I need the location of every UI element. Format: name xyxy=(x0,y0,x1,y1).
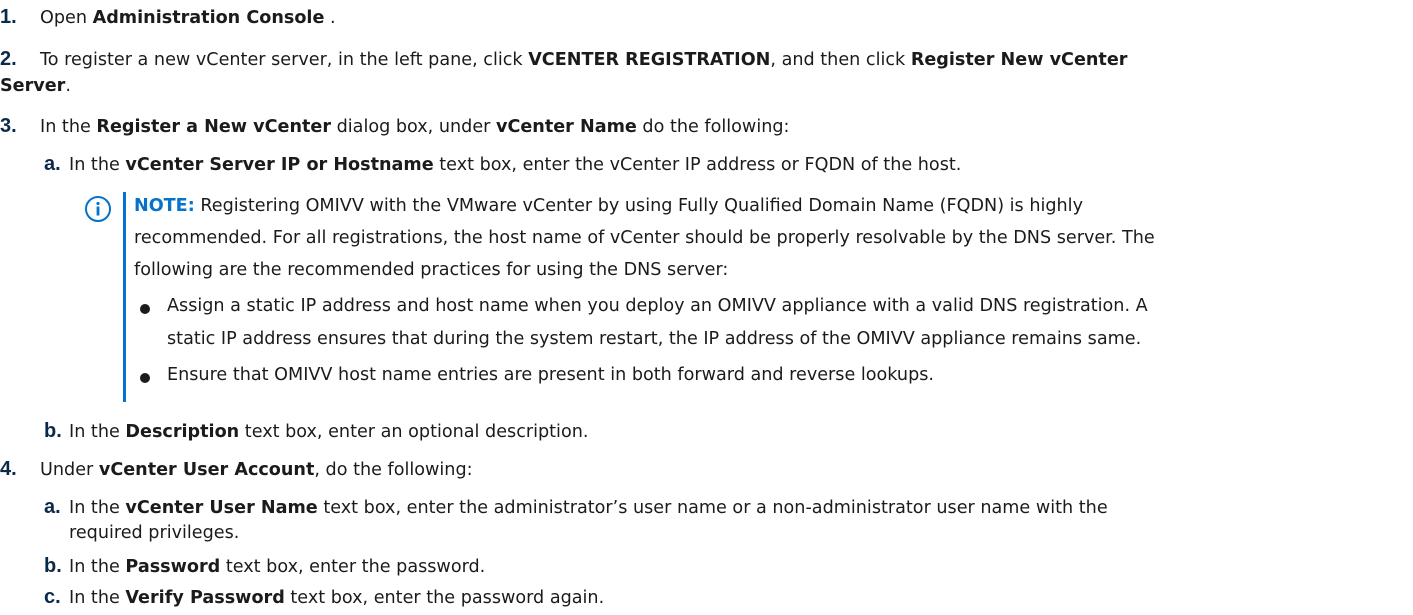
bold-term: vCenter User Account xyxy=(98,460,315,480)
step-number: 1. xyxy=(0,6,17,28)
text: text box, enter the password again. xyxy=(284,588,605,608)
bold-term: vCenter Server IP or Hostname xyxy=(125,155,434,175)
text: text box, enter an optional description. xyxy=(239,422,589,442)
bullet-icon xyxy=(140,373,150,383)
text: , and then click xyxy=(770,50,911,70)
text: . xyxy=(65,76,71,96)
note-bar xyxy=(123,192,126,402)
text: text box, enter the administrator’s user… xyxy=(317,498,1108,518)
step-number: 4. xyxy=(0,458,17,480)
text: Under xyxy=(40,460,99,480)
step-3a-text: In the vCenter Server IP or Hostname tex… xyxy=(69,155,961,175)
bold-term: vCenter User Name xyxy=(125,498,318,518)
bold-term: VCENTER REGISTRATION xyxy=(528,50,771,70)
text: In the xyxy=(40,117,97,137)
note-label: NOTE: xyxy=(134,196,195,216)
step-4-text: Under vCenter User Account, do the follo… xyxy=(40,460,473,480)
note-bullet-2: Ensure that OMIVV host name entries are … xyxy=(167,365,935,385)
text: Registering OMIVV with the VMware vCente… xyxy=(194,196,1083,216)
text: text box, enter the vCenter IP address o… xyxy=(433,155,962,175)
note-bullet-1-line-1: Assign a static IP address and host name… xyxy=(167,296,1148,316)
step-4b-text: In the Password text box, enter the pass… xyxy=(69,557,485,577)
text: In the xyxy=(69,498,126,518)
bold-term: vCenter Name xyxy=(495,117,637,137)
text: In the xyxy=(69,155,126,175)
bullet-icon xyxy=(140,304,150,314)
note-line-1: NOTE: Registering OMIVV with the VMware … xyxy=(134,196,1083,216)
step-2-text: To register a new vCenter server, in the… xyxy=(40,50,1127,70)
instruction-document: 1. Open Administration Console . 2. To r… xyxy=(0,0,1413,615)
bold-term: Administration Console xyxy=(92,8,325,28)
step-3-text: In the Register a New vCenter dialog box… xyxy=(40,117,789,137)
text: dialog box, under xyxy=(331,117,496,137)
bold-term: Register New vCenter xyxy=(910,50,1128,70)
text: Open xyxy=(40,8,93,28)
step-3b-text: In the Description text box, enter an op… xyxy=(69,422,588,442)
step-4a-text: In the vCenter User Name text box, enter… xyxy=(69,498,1108,518)
bold-term: Server xyxy=(0,76,66,96)
text: In the xyxy=(69,588,126,608)
text: do the following: xyxy=(636,117,790,137)
step-number: 3. xyxy=(0,115,17,137)
bold-term: Register a New vCenter xyxy=(96,117,332,137)
note-line-3: following are the recommended practices … xyxy=(134,260,729,280)
text: , do the following: xyxy=(314,460,473,480)
note-line-2: recommended. For all registrations, the … xyxy=(134,228,1155,248)
step-number: 2. xyxy=(0,48,17,70)
bold-term: Password xyxy=(125,557,221,577)
text: In the xyxy=(69,557,126,577)
step-4c-text: In the Verify Password text box, enter t… xyxy=(69,588,604,608)
text: . xyxy=(324,8,336,28)
text: text box, enter the password. xyxy=(220,557,486,577)
bold-term: Description xyxy=(125,422,240,442)
text: In the xyxy=(69,422,126,442)
bold-term: Verify Password xyxy=(125,588,285,608)
info-icon xyxy=(85,196,111,222)
step-1-text: Open Administration Console . xyxy=(40,8,336,28)
text: To register a new vCenter server, in the… xyxy=(40,50,529,70)
note-bullet-1-line-2: static IP address ensures that during th… xyxy=(167,329,1142,349)
step-2-text-cont: Server. xyxy=(0,76,71,96)
step-4a-text-cont: required privileges. xyxy=(69,523,240,543)
